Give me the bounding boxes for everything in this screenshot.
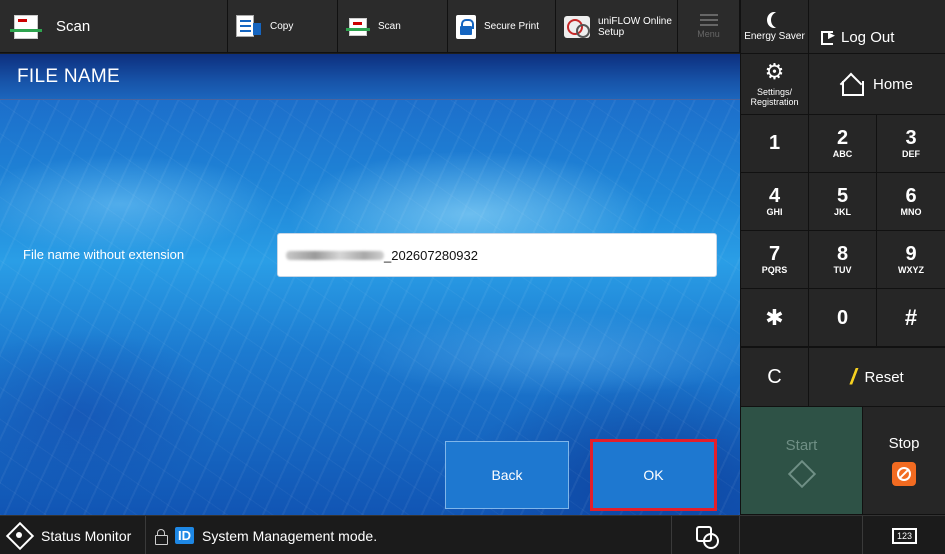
scan-icon xyxy=(346,17,370,37)
keyboard-button[interactable]: 123 xyxy=(864,516,945,554)
page-header: FILE NAME xyxy=(0,54,740,100)
reset-button[interactable]: // Reset xyxy=(809,348,945,406)
key-letters: GHI xyxy=(766,207,783,217)
key-0[interactable]: 0 xyxy=(809,289,876,346)
lock-icon xyxy=(155,528,168,545)
clear-key[interactable]: C xyxy=(741,348,808,406)
log-out-icon xyxy=(821,30,835,45)
uniflow-online-setup-button[interactable]: uniFLOW Online Setup xyxy=(556,0,678,53)
key-letters: TUV xyxy=(833,265,852,275)
key-digit: 4 xyxy=(768,185,781,207)
key-letters: ABC xyxy=(832,149,853,159)
stop-label: Stop xyxy=(888,435,920,452)
key-digit: 3 xyxy=(905,127,917,149)
start-button[interactable]: Start xyxy=(741,407,862,514)
menu-button[interactable]: Menu xyxy=(678,0,740,53)
start-label: Start xyxy=(785,437,818,454)
copy-label: Copy xyxy=(270,21,294,32)
home-label: Home xyxy=(872,75,913,93)
current-app-label: Scan xyxy=(56,18,91,35)
network-button[interactable] xyxy=(672,516,740,554)
key-4[interactable]: 4 GHI xyxy=(741,173,808,230)
key-letters: PQRS xyxy=(761,265,788,275)
file-name-label: File name without extension xyxy=(23,247,185,262)
key-digit: 9 xyxy=(905,243,917,265)
log-out-label: Log Out xyxy=(841,29,895,46)
key-digit: ✱ xyxy=(765,304,784,330)
key-7[interactable]: 7 PQRS xyxy=(741,231,808,288)
key-letters: DEF xyxy=(902,149,920,159)
reset-label: Reset xyxy=(864,368,904,386)
key-digit: # xyxy=(904,304,918,330)
moon-icon xyxy=(771,12,785,28)
uniflow-icon xyxy=(564,15,590,38)
key-digit: 5 xyxy=(836,185,849,207)
status-monitor-icon xyxy=(8,524,32,548)
key-letters: WXYZ xyxy=(898,265,924,275)
settings-label-line1: Settings/ xyxy=(756,87,793,97)
id-badge: ID xyxy=(175,527,194,544)
lock-icon xyxy=(456,14,476,39)
secure-print-label: Secure Print xyxy=(484,21,540,32)
key-8[interactable]: 8 TUV xyxy=(809,231,876,288)
file-name-input[interactable]: _202607280932 xyxy=(277,233,717,277)
key-hash[interactable]: # xyxy=(877,289,945,346)
energy-saver-button[interactable]: Energy Saver xyxy=(741,0,808,53)
log-out-button[interactable]: Log Out xyxy=(809,0,945,53)
key-2[interactable]: 2 ABC xyxy=(809,115,876,172)
key-letters: MNO xyxy=(900,207,922,217)
scan-label: Scan xyxy=(378,21,401,32)
status-monitor-label: Status Monitor xyxy=(41,527,132,544)
status-empty-slot xyxy=(741,516,863,554)
network-icon xyxy=(694,524,719,549)
key-asterisk[interactable]: ✱ xyxy=(741,289,808,346)
main-panel: FILE NAME File name without extension _2… xyxy=(0,54,740,515)
settings-label-line2: Registration xyxy=(750,97,799,107)
start-icon xyxy=(787,459,816,489)
uniflow-label-line2: Setup xyxy=(598,26,625,38)
top-bar: Scan Copy Scan Secure Print uniFLOW Onli… xyxy=(0,0,740,53)
keyboard-icon: 123 xyxy=(891,527,918,544)
gear-icon: ⚙ xyxy=(764,59,785,84)
key-9[interactable]: 9 WXYZ xyxy=(877,231,945,288)
hamburger-menu-icon xyxy=(699,14,718,26)
key-3[interactable]: 3 DEF xyxy=(877,115,945,172)
secure-print-button[interactable]: Secure Print xyxy=(448,0,556,53)
key-5[interactable]: 5 JKL xyxy=(809,173,876,230)
status-message-area: ID System Management mode. xyxy=(147,516,672,554)
file-name-value: _202607280932 xyxy=(384,247,478,263)
stop-button[interactable]: Stop xyxy=(863,407,945,514)
uniflow-label-line1: uniFLOW Online xyxy=(598,15,672,27)
copy-icon xyxy=(236,14,262,39)
home-icon xyxy=(841,74,864,96)
key-digit: 8 xyxy=(836,243,849,265)
ok-button[interactable]: OK xyxy=(590,439,717,511)
energy-saver-label: Energy Saver xyxy=(744,30,805,42)
copy-shortcut-button[interactable]: Copy xyxy=(228,0,338,53)
back-button[interactable]: Back xyxy=(445,441,569,509)
current-app-scan[interactable]: Scan xyxy=(0,0,228,53)
status-message: System Management mode. xyxy=(202,527,378,544)
menu-label: Menu xyxy=(697,29,720,39)
status-monitor-button[interactable]: Status Monitor xyxy=(0,516,146,554)
clear-label: C xyxy=(767,366,782,388)
key-digit: 0 xyxy=(836,306,849,329)
stop-icon xyxy=(892,462,916,486)
scan-icon xyxy=(10,14,42,40)
key-6[interactable]: 6 MNO xyxy=(877,173,945,230)
key-digit: 7 xyxy=(768,243,781,265)
home-button[interactable]: Home xyxy=(809,54,945,114)
key-digit: 1 xyxy=(768,132,781,154)
scan-shortcut-button[interactable]: Scan xyxy=(338,0,448,53)
page-title: FILE NAME xyxy=(17,66,120,87)
key-letters: JKL xyxy=(833,207,851,217)
key-digit: 2 xyxy=(836,127,849,149)
key-digit: 6 xyxy=(905,185,917,207)
status-bar: Status Monitor ID System Management mode… xyxy=(0,515,945,554)
redacted-text xyxy=(286,250,384,260)
key-1[interactable]: 1 xyxy=(741,115,808,172)
settings-registration-button[interactable]: ⚙ Settings/ Registration xyxy=(741,54,808,114)
